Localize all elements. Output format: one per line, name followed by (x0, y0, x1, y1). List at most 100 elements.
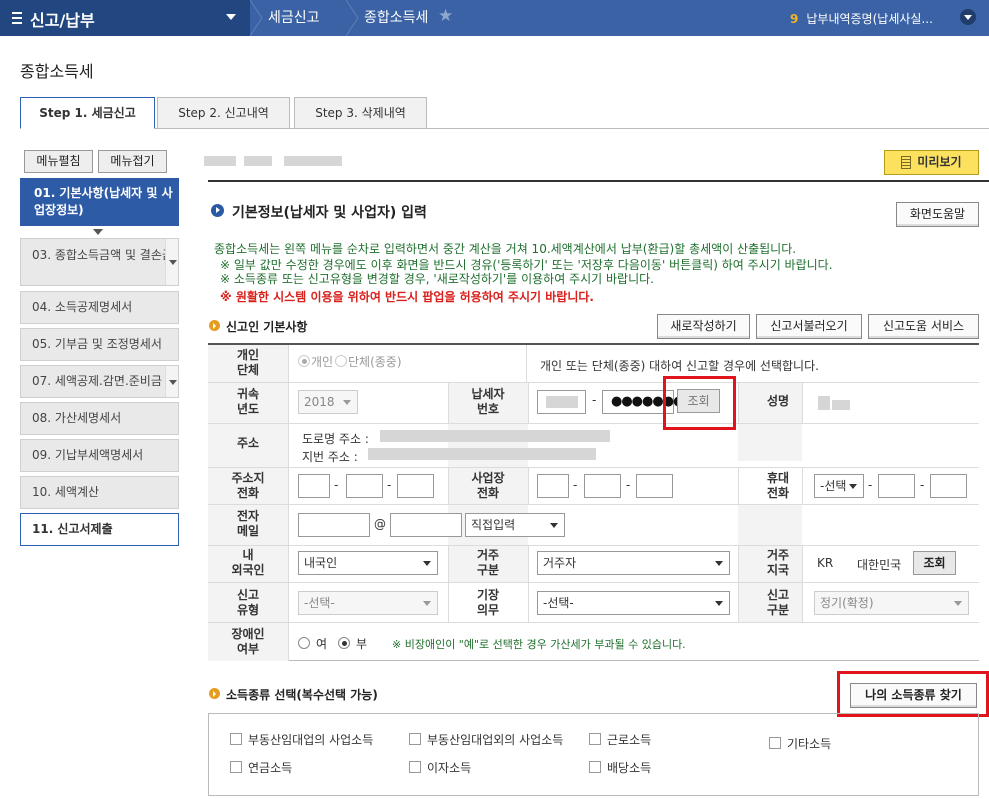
year-select[interactable]: 2018 (298, 390, 358, 414)
sidebar-item-label: 03. 종합소득금액 및 결손금 (32, 248, 173, 262)
menu-expand-button[interactable]: 메뉴펼침 (24, 150, 93, 173)
road-address-label: 도로명 주소 : (302, 432, 369, 446)
disabled-no-radio[interactable] (338, 637, 350, 649)
notice-text: 납부내역증명(납세사실... (806, 12, 933, 26)
favorite-star-icon[interactable]: ★ (438, 6, 453, 26)
country-label: 거주 지국 (766, 548, 790, 577)
scroll-down-icon[interactable] (165, 366, 178, 397)
mobile-prefix-select[interactable]: -선택 (814, 474, 864, 498)
income-wage-checkbox[interactable] (589, 733, 601, 745)
sidebar-item-submit[interactable]: 11. 신고서제출 (20, 513, 179, 546)
nationality-label: 내 외국인 (231, 548, 265, 577)
disabled-note: ※ 비장애인이 "예"로 선택한 경우 가산세가 부과될 수 있습니다. (392, 638, 686, 651)
page-title: 종합소득세 (20, 62, 94, 81)
sidebar-item-basic-info[interactable]: 01. 기본사항(납세자 및 사업장정보) (20, 178, 179, 226)
tab-step3[interactable]: Step 3. 삭제내역 (294, 97, 427, 129)
reporter-title: 신고인 기본사항 (226, 320, 308, 334)
sidebar-item-donation[interactable]: 05. 기부금 및 조정명세서 (20, 328, 179, 361)
sidebar-item-label: 07. 세액공제.감면.준비금 (32, 374, 162, 388)
biz-phone-3-input[interactable] (636, 474, 673, 498)
masked-text (832, 400, 850, 410)
address-phone-label: 주소지 전화 (231, 471, 265, 500)
breadcrumb-income-tax[interactable]: 종합소득세 (364, 0, 428, 36)
addr-phone-2-input[interactable] (346, 474, 383, 498)
breadcrumb-separator-icon (250, 0, 263, 36)
biz-phone-2-input[interactable] (584, 474, 621, 498)
sidebar-item-tax-credit[interactable]: 07. 세액공제.감면.준비금 (20, 365, 179, 398)
chevron-down-icon (226, 14, 236, 20)
email-domain-select[interactable]: 직접입력 (465, 513, 565, 537)
load-report-button[interactable]: 신고서불러오기 (756, 314, 862, 339)
income-non-rental-biz-checkbox[interactable] (409, 733, 421, 745)
notice-dropdown-icon[interactable] (960, 9, 976, 25)
nationality-select[interactable]: 내국인 (298, 551, 438, 575)
menu-title: 신고/납부 (30, 11, 95, 30)
income-dividend-checkbox[interactable] (589, 761, 601, 773)
mobile-2-input[interactable] (878, 474, 915, 498)
addr-phone-3-input[interactable] (397, 474, 434, 498)
income-pension-checkbox[interactable] (230, 761, 242, 773)
dash-separator: - (387, 478, 392, 492)
individual-radio[interactable] (298, 355, 310, 367)
dash-separator: - (868, 478, 873, 492)
sidebar-item-prepaid[interactable]: 09. 기납부세액명세서 (20, 439, 179, 472)
report-help-service-button[interactable]: 신고도움 서비스 (868, 314, 979, 339)
preview-button[interactable]: 미리보기 (884, 150, 979, 175)
income-pension-label: 연금소득 (248, 761, 293, 775)
tab-step2[interactable]: Step 2. 신고내역 (157, 97, 290, 129)
tab-step1[interactable]: Step 1. 세금신고 (20, 97, 155, 129)
breadcrumb-tax-report[interactable]: 세금신고 (268, 0, 320, 36)
email-label: 전자 메일 (236, 509, 260, 538)
dash-separator: - (592, 393, 597, 407)
new-write-button[interactable]: 새로작성하기 (657, 314, 750, 339)
main-menu-toggle[interactable]: 신고/납부 (0, 0, 250, 36)
email-domain-input[interactable] (390, 513, 462, 537)
screen-help-button[interactable]: 화면도움말 (896, 202, 979, 227)
email-id-input[interactable] (298, 513, 370, 537)
report-type-select[interactable]: -선택- (298, 591, 438, 615)
bookkeeping-select[interactable]: -선택- (537, 591, 730, 615)
sidebar-item-calculation[interactable]: 10. 세액계산 (20, 476, 179, 509)
income-non-rental-biz-label: 부동산임대업외의 사업소득 (427, 733, 564, 747)
sidebar-item-deduction[interactable]: 04. 소득공제명세서 (20, 291, 179, 324)
residence-label: 거주 구분 (476, 548, 500, 577)
row-divider (208, 545, 979, 546)
sidebar-item-penalty[interactable]: 08. 가산세명세서 (20, 402, 179, 435)
highlight-box (837, 671, 989, 717)
disabled-yes-radio[interactable] (298, 637, 310, 649)
biz-phone-label: 사업장 전화 (471, 471, 505, 500)
taxpayer-no-first-input[interactable] (537, 390, 586, 414)
breadcrumb-separator-icon (346, 0, 359, 36)
dash-separator: - (573, 478, 578, 492)
income-interest-checkbox[interactable] (409, 761, 421, 773)
menu-collapse-button[interactable]: 메뉴접기 (98, 150, 167, 173)
masked-text (368, 448, 596, 460)
addr-phone-1-input[interactable] (298, 474, 330, 498)
masked-text (284, 156, 342, 166)
scroll-down-icon[interactable] (165, 239, 178, 285)
country-code: KR (817, 556, 834, 570)
residence-select[interactable]: 거주자 (537, 551, 730, 575)
report-type-label: 신고 유형 (236, 588, 260, 617)
address-label: 주소 (236, 436, 260, 450)
dash-separator: - (626, 478, 631, 492)
mobile-3-input[interactable] (930, 474, 967, 498)
taxpayer-no-label: 납세자 번호 (471, 387, 505, 416)
biz-phone-1-input[interactable] (537, 474, 569, 498)
masked-text (244, 156, 272, 166)
disabled-label: 장애인 여부 (231, 627, 265, 656)
income-other-checkbox[interactable] (769, 737, 781, 749)
income-rental-biz-checkbox[interactable] (230, 733, 242, 745)
section-title: 기본정보(납세자 및 사업자) 입력 (232, 205, 427, 221)
highlight-box (663, 376, 736, 430)
notice-link[interactable]: 9 납부내역증명(납세사실... (790, 10, 933, 27)
country-name: 대한민국 (857, 558, 902, 572)
income-interest-label: 이자소득 (427, 761, 472, 775)
group-radio[interactable] (335, 355, 347, 367)
sidebar-item-income-amount[interactable]: 03. 종합소득금액 및 결손금 (20, 238, 179, 286)
disabled-yes-label: 여 (316, 637, 328, 651)
report-class-select[interactable]: 정기(확정) (814, 591, 969, 615)
country-lookup-button[interactable]: 조회 (913, 551, 956, 575)
year-label: 귀속 년도 (236, 387, 260, 416)
col-divider (288, 345, 289, 661)
